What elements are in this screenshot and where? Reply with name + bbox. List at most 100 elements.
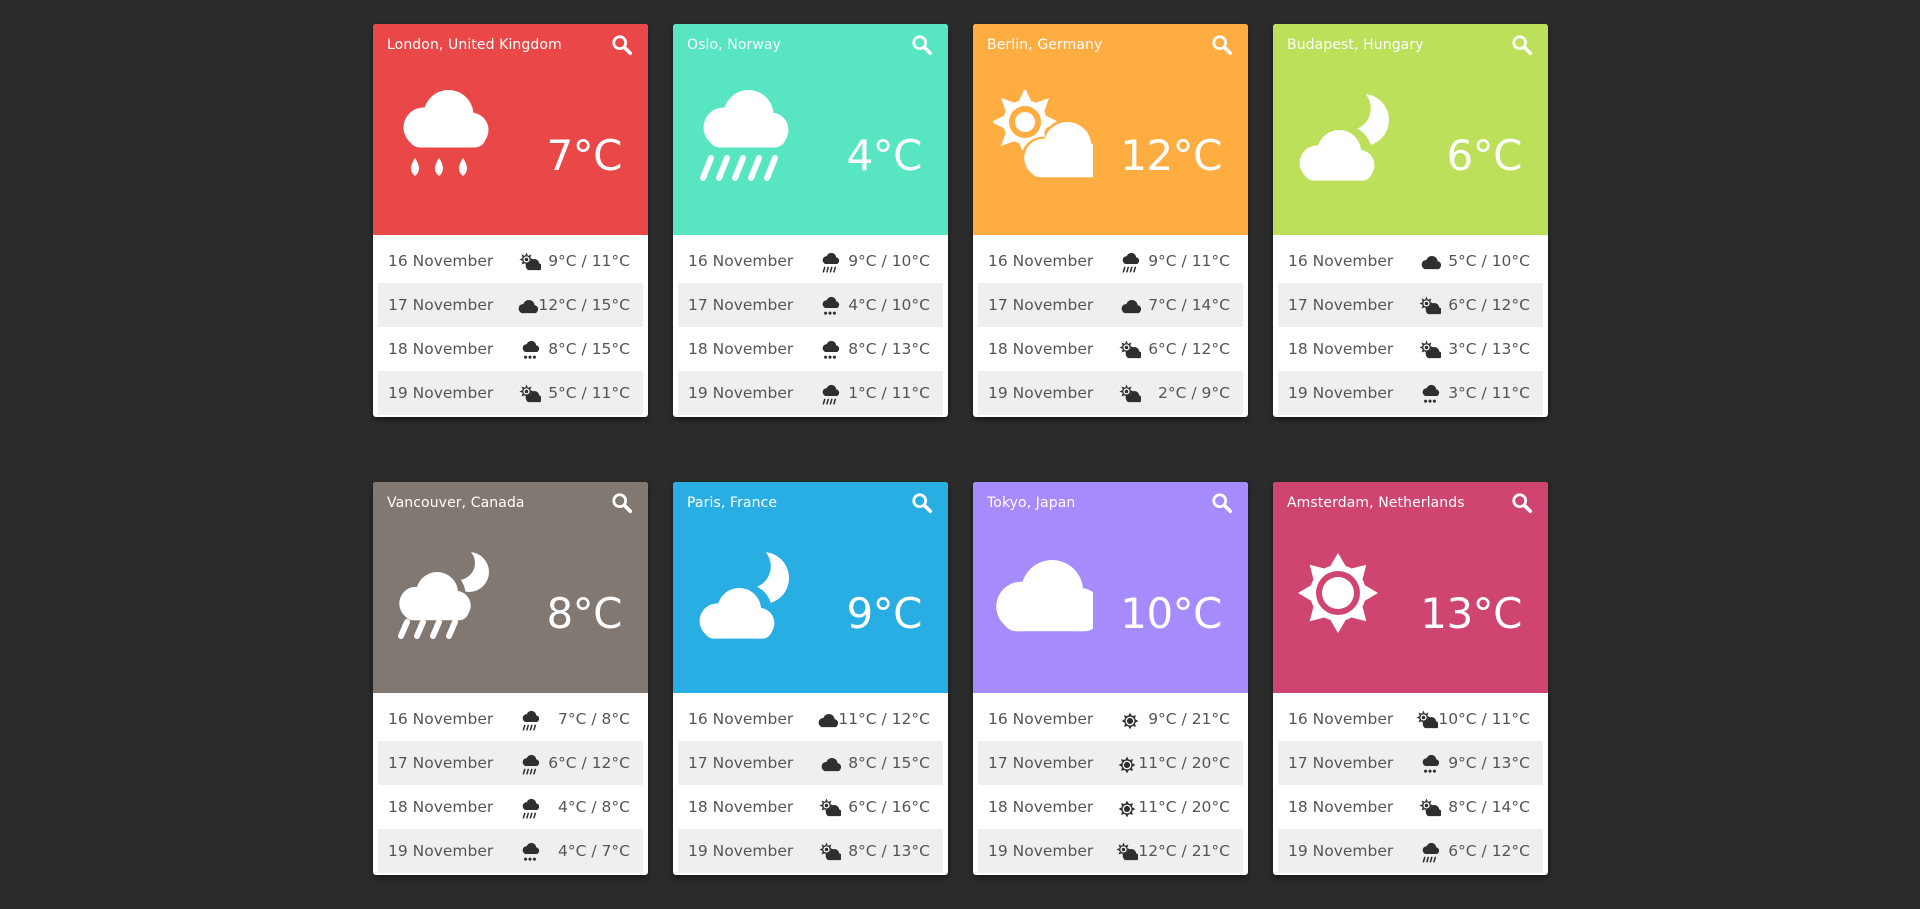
- forecast-date: 16 November: [1288, 710, 1394, 728]
- forecast-temperature-range: 11°C / 20°C: [1138, 798, 1230, 816]
- forecast-row: 17 November 6°C / 12°C: [1278, 283, 1543, 327]
- city-name: Vancouver, Canada: [387, 495, 525, 511]
- moon-cloud-icon: [1293, 86, 1393, 190]
- search-icon[interactable]: [911, 34, 935, 58]
- forecast-temperature-range: 8°C / 14°C: [1448, 798, 1530, 816]
- forecast-temperature-range: 6°C / 12°C: [1448, 296, 1530, 314]
- forecast-date: 16 November: [1288, 252, 1394, 270]
- partly-cloudy-icon: [1419, 296, 1443, 315]
- forecast-date: 17 November: [388, 296, 494, 314]
- forecast-list: 16 November 7°C / 8°C 17 November 6°C / 1…: [373, 693, 648, 873]
- current-temperature: 6°C: [1446, 131, 1522, 180]
- sun-icon: [1116, 754, 1138, 774]
- forecast-row: 18 November 8°C / 15°C: [378, 327, 643, 371]
- card-header: London, United Kingdom 7°C: [373, 24, 648, 235]
- rain-icon: [1419, 384, 1441, 403]
- drizzle-icon: [819, 384, 841, 405]
- forecast-date: 17 November: [988, 296, 1094, 314]
- search-icon[interactable]: [1511, 34, 1535, 58]
- weather-card: London, United Kingdom 7°C 16 November 9…: [373, 24, 648, 417]
- forecast-row: 17 November 9°C / 13°C: [1278, 741, 1543, 785]
- current-temperature: 8°C: [546, 589, 622, 638]
- forecast-temperature-range: 9°C / 11°C: [1148, 252, 1230, 270]
- forecast-date: 19 November: [988, 842, 1094, 860]
- partly-cloudy-icon: [819, 842, 843, 861]
- partly-cloudy-icon: [1119, 384, 1143, 403]
- sun-icon: [1119, 710, 1141, 730]
- forecast-date: 19 November: [1288, 842, 1394, 860]
- forecast-date: 19 November: [388, 842, 494, 860]
- forecast-temperature-range: 11°C / 20°C: [1138, 754, 1230, 772]
- forecast-temperature-range: 6°C / 12°C: [1448, 842, 1530, 860]
- partly-cloudy-icon: [519, 384, 543, 403]
- weather-card: Tokyo, Japan 10°C 16 November 9°C / 21°C…: [973, 482, 1248, 875]
- drizzle-icon: [519, 710, 541, 731]
- forecast-row: 17 November 11°C / 20°C: [978, 741, 1243, 785]
- forecast-row: 19 November 8°C / 13°C: [678, 829, 943, 873]
- forecast-temperature-range: 10°C / 11°C: [1438, 710, 1530, 728]
- forecast-temperature-range: 12°C / 15°C: [538, 296, 630, 314]
- forecast-date: 19 November: [388, 384, 494, 402]
- current-temperature: 4°C: [846, 131, 922, 180]
- city-name: Tokyo, Japan: [987, 495, 1076, 511]
- forecast-row: 17 November 6°C / 12°C: [378, 741, 643, 785]
- forecast-temperature-range: 7°C / 14°C: [1148, 296, 1230, 314]
- weather-card: Berlin, Germany 12°C 16 November 9°C / 1…: [973, 24, 1248, 417]
- forecast-date: 18 November: [1288, 798, 1394, 816]
- forecast-row: 16 November 9°C / 11°C: [378, 239, 643, 283]
- city-name: Budapest, Hungary: [1287, 37, 1424, 53]
- search-icon[interactable]: [611, 34, 635, 58]
- forecast-row: 16 November 7°C / 8°C: [378, 697, 643, 741]
- forecast-temperature-range: 8°C / 13°C: [848, 340, 930, 358]
- forecast-date: 18 November: [388, 340, 494, 358]
- forecast-temperature-range: 11°C / 12°C: [838, 710, 930, 728]
- forecast-temperature-range: 9°C / 10°C: [848, 252, 930, 270]
- forecast-date: 18 November: [988, 340, 1094, 358]
- forecast-list: 16 November 9°C / 11°C 17 November 7°C / …: [973, 235, 1248, 415]
- forecast-row: 19 November 1°C / 11°C: [678, 371, 943, 415]
- weather-card: Budapest, Hungary 6°C 16 November 5°C / …: [1273, 24, 1548, 417]
- search-icon[interactable]: [1211, 492, 1235, 516]
- weather-card: Paris, France 9°C 16 November 11°C / 12°…: [673, 482, 948, 875]
- forecast-row: 16 November 11°C / 12°C: [678, 697, 943, 741]
- cloud-icon: [1119, 296, 1142, 314]
- partly-cloudy-icon: [1119, 340, 1143, 359]
- search-icon[interactable]: [1211, 34, 1235, 58]
- forecast-row: 19 November 3°C / 11°C: [1278, 371, 1543, 415]
- partly-cloudy-icon: [991, 88, 1113, 190]
- cloud-icon: [816, 710, 839, 728]
- forecast-temperature-range: 8°C / 13°C: [848, 842, 930, 860]
- search-icon[interactable]: [611, 492, 635, 516]
- forecast-date: 17 November: [1288, 296, 1394, 314]
- search-icon[interactable]: [911, 492, 935, 516]
- forecast-date: 17 November: [388, 754, 494, 772]
- forecast-row: 19 November 4°C / 7°C: [378, 829, 643, 873]
- forecast-temperature-range: 4°C / 10°C: [848, 296, 930, 314]
- card-header: Amsterdam, Netherlands 13°C: [1273, 482, 1548, 693]
- forecast-date: 18 November: [388, 798, 494, 816]
- forecast-date: 16 November: [388, 710, 494, 728]
- card-header: Vancouver, Canada 8°C: [373, 482, 648, 693]
- forecast-date: 18 November: [688, 340, 794, 358]
- drizzle-icon: [693, 90, 793, 190]
- forecast-row: 18 November 4°C / 8°C: [378, 785, 643, 829]
- drizzle-icon: [819, 252, 841, 273]
- forecast-list: 16 November 11°C / 12°C 17 November 8°C /…: [673, 693, 948, 873]
- forecast-temperature-range: 4°C / 8°C: [558, 798, 630, 816]
- card-header: Budapest, Hungary 6°C: [1273, 24, 1548, 235]
- weather-card-grid: London, United Kingdom 7°C 16 November 9…: [373, 24, 1549, 875]
- drizzle-icon: [1419, 842, 1441, 863]
- search-icon[interactable]: [1511, 492, 1535, 516]
- current-temperature: 7°C: [546, 131, 622, 180]
- city-name: Oslo, Norway: [687, 37, 781, 53]
- cloud-icon: [993, 548, 1102, 648]
- forecast-date: 17 November: [1288, 754, 1394, 772]
- current-temperature: 12°C: [1120, 131, 1222, 180]
- moon-cloud-icon: [693, 544, 793, 648]
- partly-cloudy-icon: [1419, 340, 1443, 359]
- forecast-date: 18 November: [988, 798, 1094, 816]
- forecast-row: 19 November 6°C / 12°C: [1278, 829, 1543, 873]
- forecast-date: 17 November: [688, 296, 794, 314]
- forecast-temperature-range: 3°C / 13°C: [1448, 340, 1530, 358]
- forecast-row: 18 November 8°C / 14°C: [1278, 785, 1543, 829]
